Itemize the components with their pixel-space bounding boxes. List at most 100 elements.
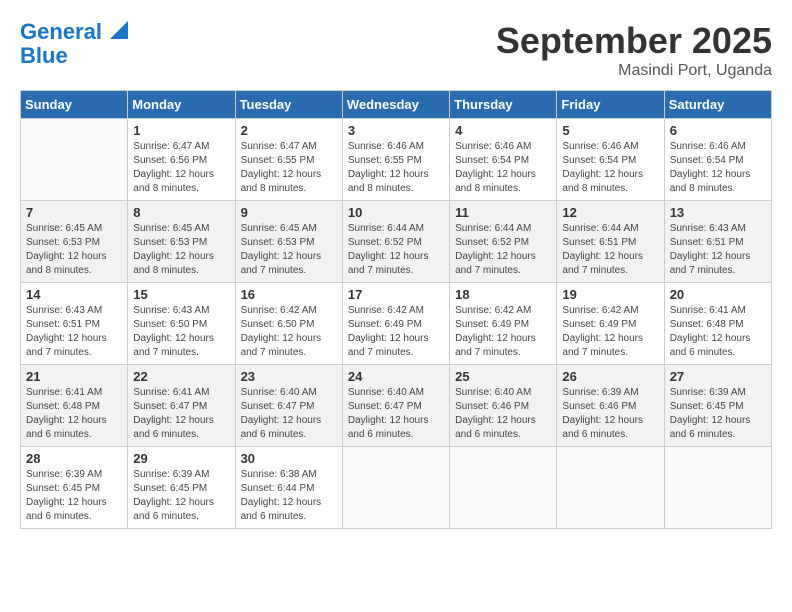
day-number: 14	[26, 287, 122, 302]
calendar-cell	[342, 447, 449, 529]
day-info: Sunrise: 6:45 AMSunset: 6:53 PMDaylight:…	[133, 222, 229, 278]
calendar-cell: 8 Sunrise: 6:45 AMSunset: 6:53 PMDaylight…	[128, 201, 235, 283]
calendar-cell: 14 Sunrise: 6:43 AMSunset: 6:51 PMDayligh…	[21, 283, 128, 365]
location: Masindi Port, Uganda	[496, 62, 772, 80]
day-number: 23	[241, 369, 337, 384]
day-number: 27	[670, 369, 766, 384]
calendar-cell: 17 Sunrise: 6:42 AMSunset: 6:49 PMDayligh…	[342, 283, 449, 365]
day-number: 17	[348, 287, 444, 302]
day-number: 9	[241, 205, 337, 220]
calendar-cell: 5Sunrise: 6:46 AMSunset: 6:54 PMDaylight…	[557, 119, 664, 201]
calendar-cell: 6 Sunrise: 6:46 AMSunset: 6:54 PMDaylight…	[664, 119, 771, 201]
day-info: Sunrise: 6:41 AMSunset: 6:48 PMDaylight:…	[26, 386, 122, 442]
day-number: 20	[670, 287, 766, 302]
day-number: 5	[562, 123, 658, 138]
day-header-sunday: Sunday	[21, 91, 128, 119]
day-number: 3	[348, 123, 444, 138]
day-info: Sunrise: 6:45 AMSunset: 6:53 PMDaylight:…	[241, 222, 337, 278]
day-header-thursday: Thursday	[450, 91, 557, 119]
day-info: Sunrise: 6:47 AMSunset: 6:55 PMDaylight:…	[241, 140, 337, 196]
day-info: Sunrise: 6:39 AMSunset: 6:46 PMDaylight:…	[562, 386, 658, 442]
calendar-cell: 12 Sunrise: 6:44 AMSunset: 6:51 PMDayligh…	[557, 201, 664, 283]
day-info: Sunrise: 6:40 AMSunset: 6:47 PMDaylight:…	[348, 386, 444, 442]
day-number: 16	[241, 287, 337, 302]
day-header-wednesday: Wednesday	[342, 91, 449, 119]
day-info: Sunrise: 6:43 AMSunset: 6:51 PMDaylight:…	[26, 304, 122, 360]
day-number: 4	[455, 123, 551, 138]
day-number: 30	[241, 451, 337, 466]
day-info: Sunrise: 6:42 AMSunset: 6:50 PMDaylight:…	[241, 304, 337, 360]
day-header-tuesday: Tuesday	[235, 91, 342, 119]
day-info: Sunrise: 6:42 AMSunset: 6:49 PMDaylight:…	[348, 304, 444, 360]
calendar-cell: 18 Sunrise: 6:42 AMSunset: 6:49 PMDayligh…	[450, 283, 557, 365]
calendar-header-row: SundayMondayTuesdayWednesdayThursdayFrid…	[21, 91, 772, 119]
day-info: Sunrise: 6:44 AMSunset: 6:51 PMDaylight:…	[562, 222, 658, 278]
calendar-cell	[557, 447, 664, 529]
logo: General Blue	[20, 20, 128, 68]
day-info: Sunrise: 6:46 AMSunset: 6:54 PMDaylight:…	[455, 140, 551, 196]
day-info: Sunrise: 6:39 AMSunset: 6:45 PMDaylight:…	[133, 468, 229, 524]
calendar-cell: 9 Sunrise: 6:45 AMSunset: 6:53 PMDaylight…	[235, 201, 342, 283]
day-number: 19	[562, 287, 658, 302]
title-block: September 2025 Masindi Port, Uganda	[496, 20, 772, 80]
day-number: 8	[133, 205, 229, 220]
day-info: Sunrise: 6:46 AMSunset: 6:54 PMDaylight:…	[670, 140, 766, 196]
day-info: Sunrise: 6:41 AMSunset: 6:47 PMDaylight:…	[133, 386, 229, 442]
day-number: 22	[133, 369, 229, 384]
day-info: Sunrise: 6:38 AMSunset: 6:44 PMDaylight:…	[241, 468, 337, 524]
calendar-cell: 26Sunrise: 6:39 AMSunset: 6:46 PMDayligh…	[557, 365, 664, 447]
logo-icon	[110, 21, 128, 39]
calendar-week-row: 28 Sunrise: 6:39 AMSunset: 6:45 PMDayligh…	[21, 447, 772, 529]
calendar-cell: 27 Sunrise: 6:39 AMSunset: 6:45 PMDayligh…	[664, 365, 771, 447]
day-info: Sunrise: 6:40 AMSunset: 6:46 PMDaylight:…	[455, 386, 551, 442]
calendar-cell: 21 Sunrise: 6:41 AMSunset: 6:48 PMDayligh…	[21, 365, 128, 447]
day-number: 18	[455, 287, 551, 302]
calendar-cell: 19 Sunrise: 6:42 AMSunset: 6:49 PMDayligh…	[557, 283, 664, 365]
day-number: 24	[348, 369, 444, 384]
calendar-cell	[450, 447, 557, 529]
day-info: Sunrise: 6:47 AMSunset: 6:56 PMDaylight:…	[133, 140, 229, 196]
calendar-cell: 24 Sunrise: 6:40 AMSunset: 6:47 PMDayligh…	[342, 365, 449, 447]
calendar-cell: 28Sunrise: 6:39 AMSunset: 6:45 PMDayligh…	[21, 447, 128, 529]
day-header-saturday: Saturday	[664, 91, 771, 119]
calendar-week-row: 21 Sunrise: 6:41 AMSunset: 6:48 PMDayligh…	[21, 365, 772, 447]
day-info: Sunrise: 6:42 AMSunset: 6:49 PMDaylight:…	[562, 304, 658, 360]
calendar-week-row: 1 Sunrise: 6:47 AMSunset: 6:56 PMDaylight…	[21, 119, 772, 201]
calendar-week-row: 7 Sunrise: 6:45 AMSunset: 6:53 PMDaylight…	[21, 201, 772, 283]
calendar-cell: 20Sunrise: 6:41 AMSunset: 6:48 PMDayligh…	[664, 283, 771, 365]
calendar-cell: 3 Sunrise: 6:46 AMSunset: 6:55 PMDaylight…	[342, 119, 449, 201]
day-info: Sunrise: 6:39 AMSunset: 6:45 PMDaylight:…	[670, 386, 766, 442]
day-number: 13	[670, 205, 766, 220]
calendar-cell: 1 Sunrise: 6:47 AMSunset: 6:56 PMDaylight…	[128, 119, 235, 201]
calendar-cell: 7 Sunrise: 6:45 AMSunset: 6:53 PMDaylight…	[21, 201, 128, 283]
calendar-cell: 29Sunrise: 6:39 AMSunset: 6:45 PMDayligh…	[128, 447, 235, 529]
page-header: General Blue September 2025 Masindi Port…	[20, 20, 772, 80]
day-number: 21	[26, 369, 122, 384]
calendar-cell: 25 Sunrise: 6:40 AMSunset: 6:46 PMDayligh…	[450, 365, 557, 447]
day-number: 10	[348, 205, 444, 220]
day-number: 15	[133, 287, 229, 302]
day-info: Sunrise: 6:45 AMSunset: 6:53 PMDaylight:…	[26, 222, 122, 278]
calendar-cell: 10 Sunrise: 6:44 AMSunset: 6:52 PMDayligh…	[342, 201, 449, 283]
day-info: Sunrise: 6:43 AMSunset: 6:51 PMDaylight:…	[670, 222, 766, 278]
calendar-cell	[21, 119, 128, 201]
day-info: Sunrise: 6:44 AMSunset: 6:52 PMDaylight:…	[455, 222, 551, 278]
day-number: 7	[26, 205, 122, 220]
day-number: 25	[455, 369, 551, 384]
logo-text: General	[20, 20, 128, 44]
calendar-cell: 13 Sunrise: 6:43 AMSunset: 6:51 PMDayligh…	[664, 201, 771, 283]
day-number: 6	[670, 123, 766, 138]
day-info: Sunrise: 6:44 AMSunset: 6:52 PMDaylight:…	[348, 222, 444, 278]
day-number: 11	[455, 205, 551, 220]
day-info: Sunrise: 6:42 AMSunset: 6:49 PMDaylight:…	[455, 304, 551, 360]
calendar-cell: 16 Sunrise: 6:42 AMSunset: 6:50 PMDayligh…	[235, 283, 342, 365]
day-number: 12	[562, 205, 658, 220]
day-header-monday: Monday	[128, 91, 235, 119]
calendar-cell: 30 Sunrise: 6:38 AMSunset: 6:44 PMDayligh…	[235, 447, 342, 529]
day-info: Sunrise: 6:46 AMSunset: 6:55 PMDaylight:…	[348, 140, 444, 196]
day-number: 1	[133, 123, 229, 138]
day-number: 28	[26, 451, 122, 466]
day-info: Sunrise: 6:43 AMSunset: 6:50 PMDaylight:…	[133, 304, 229, 360]
calendar-cell: 2Sunrise: 6:47 AMSunset: 6:55 PMDaylight…	[235, 119, 342, 201]
logo-line1: General	[20, 19, 102, 44]
